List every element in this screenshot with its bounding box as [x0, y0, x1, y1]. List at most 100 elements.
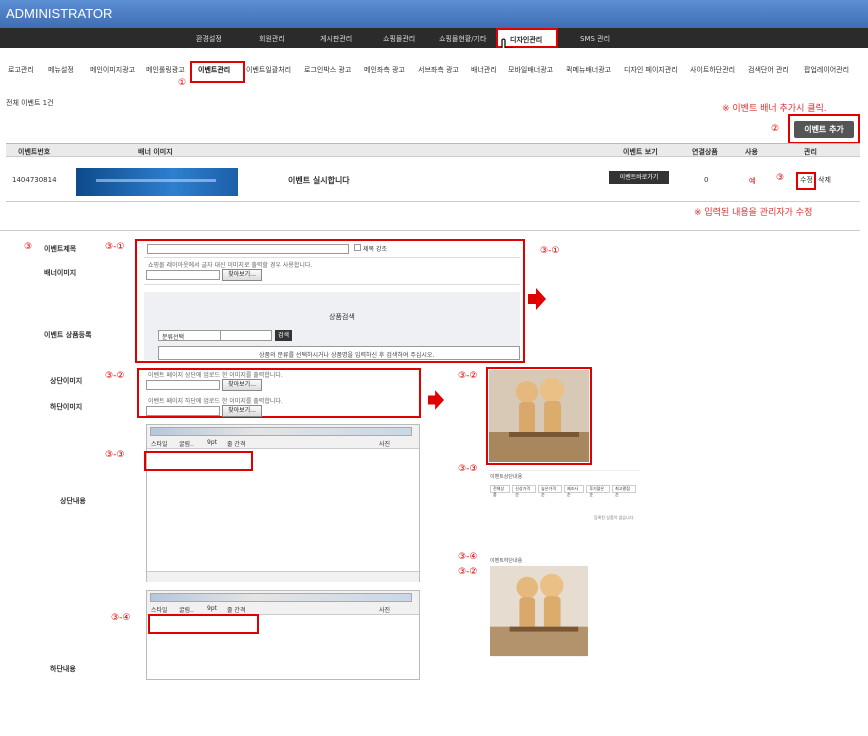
banner-hint: 쇼핑몰 레이아웃에서 글자 대신 이미지로 출력할 경우 사용합니다. — [148, 262, 313, 269]
preview-tab[interactable]: 최고평점순 — [612, 485, 637, 497]
topnav-shop-status[interactable]: 쇼핑몰현황/기타 — [439, 34, 486, 44]
toolbar-size[interactable]: 9pt — [207, 439, 217, 446]
col-products: 연결상품 — [692, 148, 718, 156]
marker-3-2-left: ③-② — [105, 371, 125, 381]
row-event-id: 1404730814 — [12, 176, 57, 184]
marker-2: ② — [771, 124, 780, 134]
product-search-panel: 상품검색 분류선택 ▾ 검색 상품의 분류를 선택하시거나 상품명을 입력하신 … — [144, 292, 520, 360]
note-admin-edit: ※ 입력된 내용을 관리자가 수정 — [694, 208, 813, 218]
subnav-sub-left[interactable]: 서브좌측 광고 — [418, 65, 459, 75]
preview-tab[interactable]: 신상가격순 — [512, 485, 537, 497]
top-image-hint: 이벤트 페이지 상단에 업로드 한 이미지를 출력합니다. — [148, 372, 283, 379]
sub-nav: 로고관리 메뉴설정 메인이미지광고 메인롤링광고 이벤트관리 이벤트일괄처리 로… — [0, 48, 868, 86]
preview-no-products: 등록된 상품이 없습니다. — [594, 515, 635, 520]
bottom-toolbar-row-icons[interactable] — [150, 593, 412, 602]
toolbar-font[interactable]: 굴림.. — [179, 439, 194, 448]
marker-3-4-left: ③-④ — [111, 613, 131, 623]
bottom-editor-toolbar: 스타일 굴림.. 9pt 줄 간격 사진 — [147, 591, 419, 615]
event-view-label: 이벤트바로가기 — [619, 174, 659, 181]
arrow-right-icon-2 — [428, 390, 444, 410]
app-header: ADMINISTRATOR — [0, 0, 868, 28]
product-name-input[interactable] — [220, 330, 272, 341]
subnav-login-box[interactable]: 로그인박스 광고 — [304, 65, 351, 75]
bottom-toolbar-spacing[interactable]: 줄 간격 — [227, 605, 245, 614]
col-manage: 관리 — [804, 148, 817, 156]
preview-tab[interactable]: 전체상품 — [490, 485, 511, 497]
banner-thumbnail — [76, 168, 238, 196]
banner-file-input[interactable] — [146, 270, 220, 280]
category-select[interactable]: 분류선택 ▾ — [158, 330, 228, 341]
search-hint: 상품의 분류를 선택하시거나 상품명을 입력하신 후 검색하여 주십시오. — [259, 352, 435, 359]
search-button[interactable]: 검색 — [275, 330, 292, 341]
subnav-main-image[interactable]: 메인이미지광고 — [90, 65, 135, 75]
table-row: 1404730814 이벤트 실시합니다 이벤트바로가기 0 예 ③ 수정 삭제 — [6, 158, 860, 202]
topnav-board[interactable]: 게시판관리 — [320, 34, 352, 44]
subnav-mobile-banner[interactable]: 모바일배너광고 — [508, 65, 553, 75]
event-title-input[interactable] — [147, 244, 349, 254]
divider — [0, 230, 860, 231]
top-editor-toolbar: 스타일 굴림.. 9pt 줄 간격 사진 — [147, 425, 419, 449]
event-view-button[interactable]: 이벤트바로가기 — [609, 171, 669, 184]
subnav-event-batch[interactable]: 이벤트일괄처리 — [246, 65, 291, 75]
add-event-button[interactable]: 이벤트 추가 — [794, 121, 854, 138]
topnav-shop[interactable]: 쇼핑몰관리 — [383, 34, 415, 44]
marker-3: ③ — [776, 173, 785, 183]
top-image-file-input[interactable] — [146, 380, 220, 390]
highlight-edit-link — [796, 172, 816, 190]
app-title: ADMINISTRATOR — [6, 6, 113, 21]
search-result-area: 상품의 분류를 선택하시거나 상품명을 입력하신 후 검색하여 주십시오. — [158, 346, 520, 360]
preview-tab[interactable]: 후기많은순 — [586, 485, 611, 497]
toolbar-spacing[interactable]: 줄 간격 — [227, 439, 245, 448]
col-event-id: 이벤트번호 — [18, 148, 51, 156]
top-editor-footer — [147, 571, 419, 582]
topnav-config[interactable]: 환경설정 — [196, 34, 222, 44]
marker-3-4-preview: ③-④ — [458, 552, 478, 562]
marker-1: ① — [178, 78, 187, 88]
subnav-logo[interactable]: 로고관리 — [8, 65, 34, 75]
bottom-toolbar-font[interactable]: 굴림.. — [179, 605, 194, 614]
subnav-menu[interactable]: 메뉴설정 — [48, 65, 74, 75]
subnav-banner[interactable]: 배너관리 — [471, 65, 497, 75]
top-editor: 스타일 굴림.. 9pt 줄 간격 사진 — [146, 424, 420, 582]
bottom-toolbar-style[interactable]: 스타일 — [151, 605, 168, 614]
subnav-main-rolling[interactable]: 메인롤링광고 — [146, 65, 185, 75]
bottom-toolbar-photo[interactable]: 사진 — [379, 605, 390, 614]
label-top-content: 상단내용 — [60, 497, 86, 505]
topnav-members[interactable]: 회원관리 — [259, 34, 285, 44]
top-image-preview — [489, 370, 589, 462]
label-top-image: 상단이미지 — [50, 377, 83, 385]
subnav-design-page[interactable]: 디자인 페이지관리 — [624, 65, 678, 75]
table-header: 이벤트번호 배너 이미지 이벤트 보기 연결상품 사용 관리 — [6, 143, 860, 157]
row-delete-link[interactable]: 삭제 — [818, 175, 831, 185]
toolbar-style[interactable]: 스타일 — [151, 439, 168, 448]
marker-3-1-left: ③-① — [105, 242, 125, 252]
top-image-browse-button[interactable]: 찾아보기... — [222, 379, 262, 391]
bottom-toolbar-size[interactable]: 9pt — [207, 605, 217, 612]
subnav-popup[interactable]: 팝업레이어관리 — [804, 65, 849, 75]
topnav-sms[interactable]: SMS 관리 — [580, 34, 610, 44]
bottom-image-file-input[interactable] — [146, 406, 220, 416]
subnav-quick-banner[interactable]: 퀵메뉴배너광고 — [566, 65, 611, 75]
preview-tab[interactable]: 제조사순 — [564, 485, 585, 497]
preview-tab[interactable]: 높은가격순 — [538, 485, 563, 497]
subnav-main-left[interactable]: 메인좌측 광고 — [364, 65, 405, 75]
category-select-value: 분류선택 — [162, 334, 185, 341]
toolbar-photo[interactable]: 사진 — [379, 439, 390, 448]
marker-3-3-preview: ③-③ — [458, 464, 478, 474]
subnav-search-word[interactable]: 검색단어 관리 — [748, 65, 789, 75]
total-count: 전체 이벤트 1건 — [6, 99, 54, 107]
col-use: 사용 — [745, 148, 758, 156]
marker-3-2-preview: ③-② — [458, 371, 478, 381]
col-view: 이벤트 보기 — [623, 148, 658, 156]
highlight-bottom-editor — [148, 614, 259, 634]
subnav-footer[interactable]: 사이트하단관리 — [690, 65, 735, 75]
preview-top-text: 이벤트상단내용 — [490, 474, 523, 480]
title-bold-checkbox[interactable] — [354, 244, 361, 251]
label-bottom-content: 하단내용 — [50, 665, 76, 673]
banner-browse-button[interactable]: 찾아보기... — [222, 269, 262, 281]
bottom-image-browse-button[interactable]: 찾아보기... — [222, 405, 262, 417]
label-banner-image: 배너이미지 — [44, 269, 77, 277]
toolbar-row-icons[interactable] — [150, 427, 412, 436]
add-event-button-label: 이벤트 추가 — [804, 125, 844, 134]
note-add-banner: ※ 이벤트 배너 추가시 클릭. — [722, 104, 827, 114]
